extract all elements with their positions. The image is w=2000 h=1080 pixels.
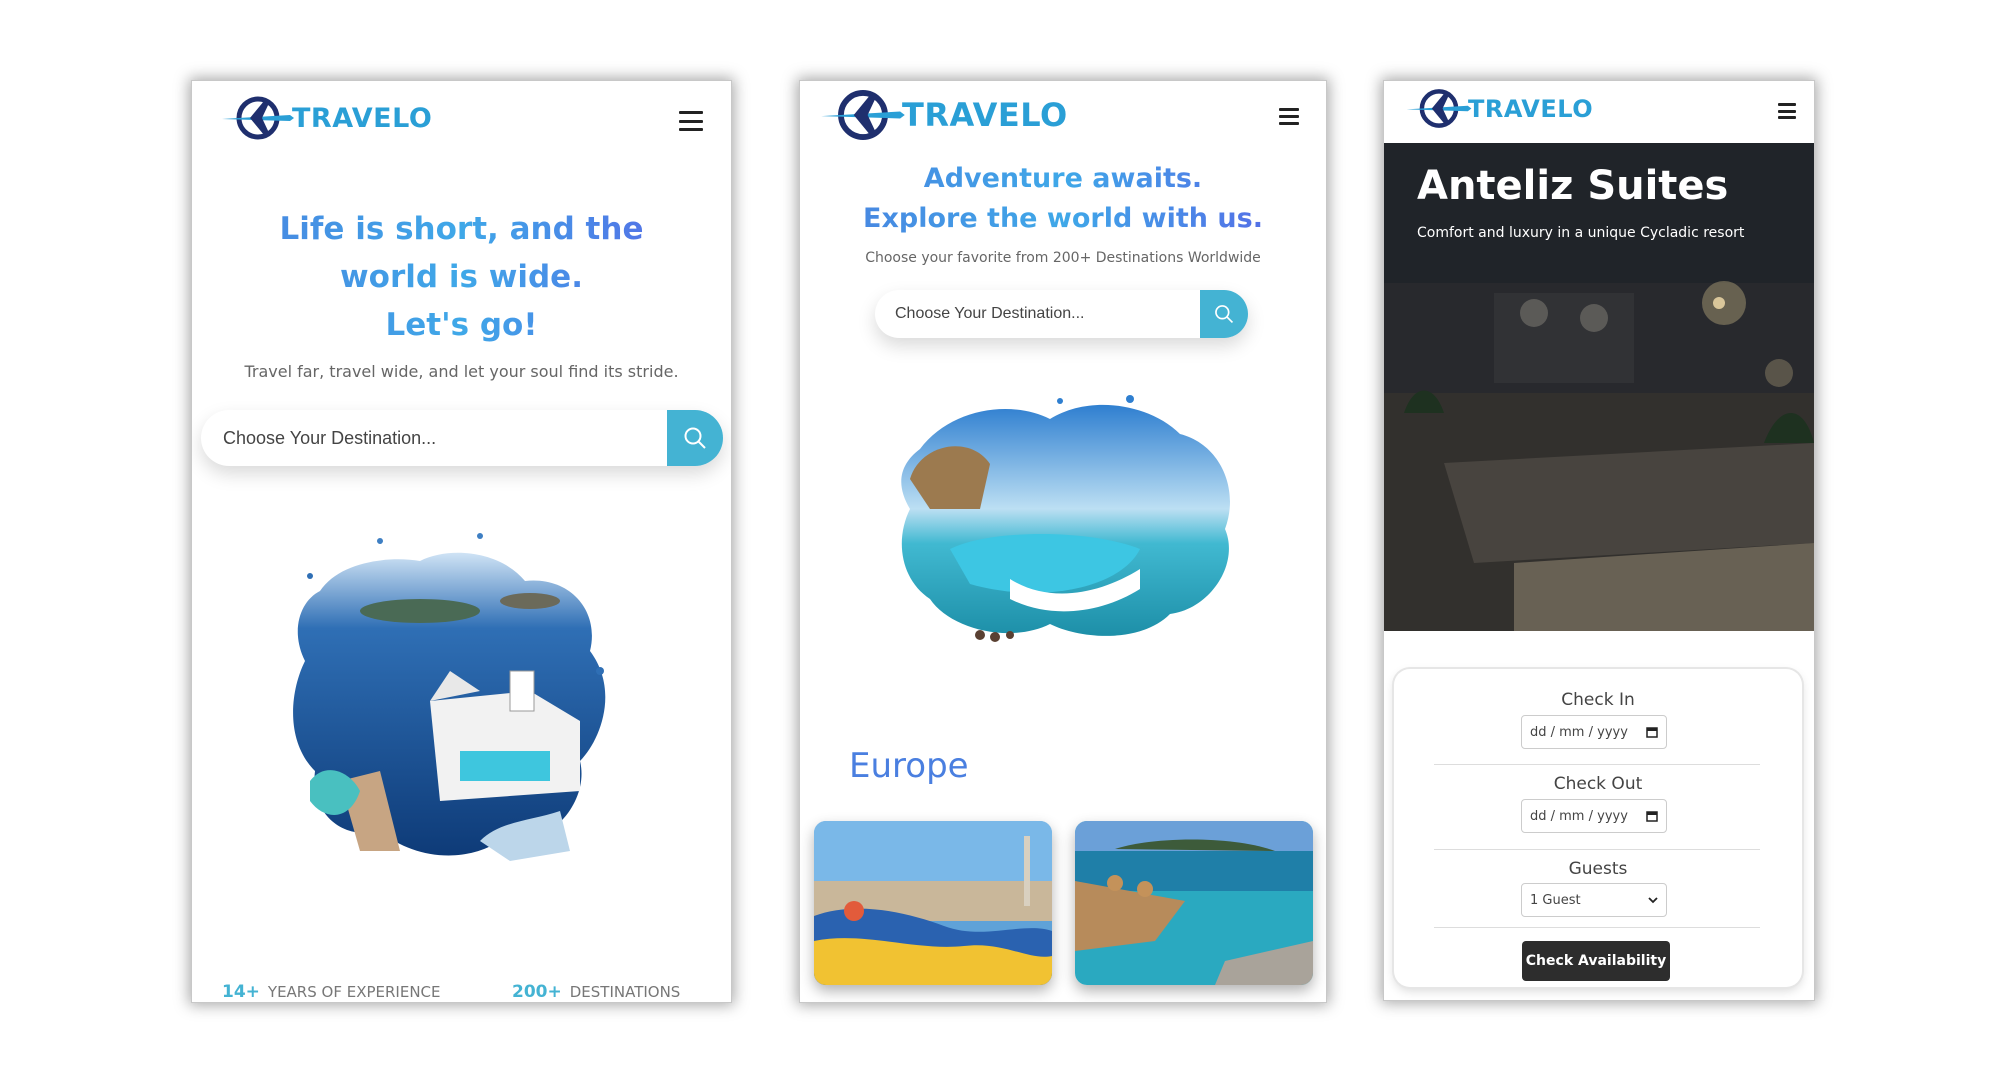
barcelona-photo (814, 821, 1052, 985)
hamburger-menu-icon[interactable] (679, 111, 703, 131)
stat-label: YEARS OF EXPERIENCE (267, 983, 441, 1001)
brand-logo[interactable]: TRAVELO (220, 93, 432, 143)
stats-bar: 14+ YEARS OF EXPERIENCE 200+ DESTINATIONS (192, 980, 731, 1002)
mobile-screen-home: TRAVELO Life is short, and the world is … (191, 80, 732, 1003)
destination-card-barcelona[interactable] (814, 821, 1052, 985)
brand-logo[interactable]: TRAVELO (818, 86, 1068, 144)
check-availability-button[interactable]: Check Availability (1522, 941, 1670, 981)
resort-night-photo (1384, 143, 1814, 631)
guests-label: Guests (1568, 859, 1628, 879)
stat-destinations: 200+ DESTINATIONS (512, 982, 680, 1002)
headline-line-1: Adventure awaits. (923, 163, 1203, 194)
plane-globe-logo-icon (222, 96, 294, 140)
plane-globe-logo-icon (1406, 89, 1472, 128)
check-in-value: dd / mm / yyyy (1530, 724, 1628, 740)
destination-search-bar (875, 290, 1248, 338)
brand-name: TRAVELO (902, 96, 1068, 134)
stat-label: DESTINATIONS (569, 983, 681, 1001)
headline-line-2: Explore the world with us. (863, 203, 1263, 234)
hamburger-menu-icon[interactable] (1279, 108, 1299, 125)
headline-line-1: Life is short, and the (279, 211, 644, 247)
hero-subtitle: Choose your favorite from 200+ Destinati… (865, 250, 1261, 266)
form-divider (1434, 764, 1760, 765)
search-icon (684, 427, 706, 449)
guests-select[interactable]: 1 Guest (1521, 883, 1667, 917)
stat-experience: 14+ YEARS OF EXPERIENCE (222, 982, 441, 1002)
santorini-illustration (293, 533, 606, 861)
search-input[interactable] (875, 304, 1200, 324)
brand-logo[interactable]: TRAVELO (1404, 86, 1593, 131)
search-icon (1215, 305, 1234, 324)
hero-headline: Life is short, and the world is wide. Le… (192, 205, 731, 349)
calendar-icon (1646, 727, 1658, 738)
headline-line-3: Let's go! (385, 307, 538, 343)
stat-value: 14+ (222, 982, 260, 1002)
destination-search-bar (201, 410, 723, 466)
hotel-name: Anteliz Suites (1417, 163, 1729, 209)
destination-card-beach[interactable] (1075, 821, 1313, 985)
hotel-hero-image: Anteliz Suites Comfort and luxury in a u… (1384, 143, 1814, 631)
infinity-pool-illustration (901, 395, 1230, 642)
search-button[interactable] (1200, 290, 1248, 338)
search-input[interactable] (201, 426, 667, 450)
brand-name: TRAVELO (1468, 94, 1594, 123)
brand-name: TRAVELO (292, 102, 433, 134)
check-in-label: Check In (1561, 690, 1635, 710)
plane-globe-logo-icon (821, 90, 905, 140)
calendar-icon (1646, 811, 1658, 822)
chevron-down-icon (1648, 897, 1658, 904)
check-out-label: Check Out (1553, 774, 1643, 794)
section-title-europe: Europe (849, 746, 969, 786)
booking-form: Check In dd / mm / yyyy Check Out dd / m… (1394, 669, 1802, 987)
search-button[interactable] (667, 410, 723, 466)
check-in-date-input[interactable]: dd / mm / yyyy (1521, 715, 1667, 749)
stat-value: 200+ (512, 982, 562, 1002)
hamburger-menu-icon[interactable] (1778, 103, 1796, 119)
hotel-tagline: Comfort and luxury in a unique Cycladic … (1417, 225, 1745, 241)
check-out-date-input[interactable]: dd / mm / yyyy (1521, 799, 1667, 833)
hero-headline: Adventure awaits. Explore the world with… (800, 159, 1326, 239)
check-out-value: dd / mm / yyyy (1530, 808, 1628, 824)
mobile-screen-explore: TRAVELO Adventure awaits. Explore the wo… (799, 80, 1327, 1003)
headline-line-2: world is wide. (340, 259, 583, 295)
beach-photo (1075, 821, 1313, 985)
form-divider (1434, 849, 1760, 850)
guests-value: 1 Guest (1530, 892, 1581, 908)
mobile-screen-hotel: TRAVELO Anteliz Suites Comfort and luxur… (1383, 80, 1815, 1001)
form-divider (1434, 927, 1760, 928)
hero-subtitle: Travel far, travel wide, and let your so… (244, 362, 679, 381)
